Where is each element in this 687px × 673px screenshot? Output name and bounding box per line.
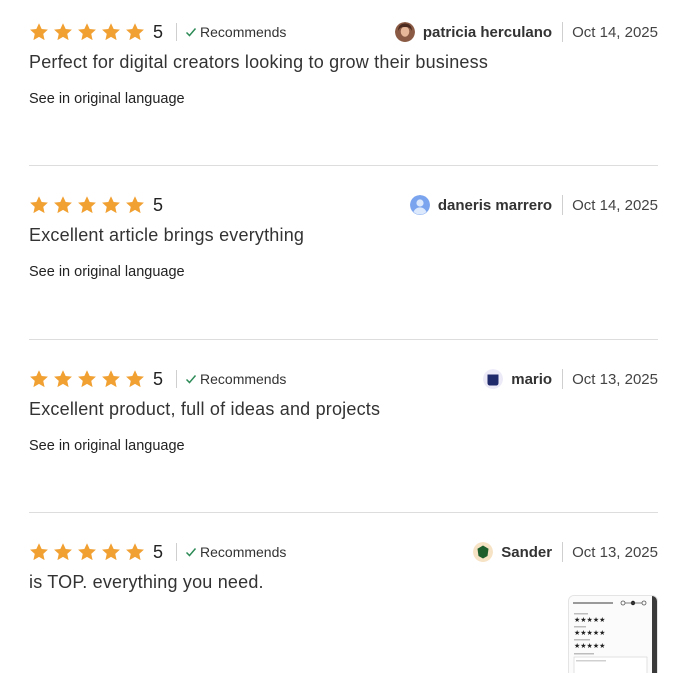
avatar-default-icon[interactable] [409, 195, 430, 215]
rating-row: 5 Recommends [29, 366, 286, 392]
author-name[interactable]: daneris marrero [438, 197, 552, 214]
star-icon [125, 542, 145, 562]
avatar[interactable] [483, 369, 504, 389]
recommends-badge: Recommends [185, 371, 286, 387]
recommends-label: Recommends [200, 24, 287, 40]
review-text: Excellent product, full of ideas and pro… [29, 399, 381, 419]
rating-row: 5 [29, 192, 163, 218]
review-meta: patricia herculano Oct 14, 2025 [394, 19, 658, 45]
review-item: 5 daneris marrero Oct 14, 2025 Excellent… [29, 192, 658, 312]
review-item: 5 Recommends patricia herculano Oct 14, … [29, 19, 658, 139]
review-date: Oct 14, 2025 [572, 23, 658, 41]
star-icon [77, 369, 97, 389]
review-text: is TOP. everything you need. [29, 572, 264, 592]
star-icon [53, 195, 73, 215]
see-original-language-link[interactable]: See in original language [29, 91, 185, 107]
star-icon [77, 542, 97, 562]
review-divider [29, 339, 658, 340]
see-original-language-link[interactable]: See in original language [29, 438, 185, 454]
review-item: 5 Recommends mario Oct 13, 2025 Excellen… [29, 366, 658, 486]
check-icon [185, 375, 197, 384]
star-icon [53, 22, 73, 42]
rating-row: 5 Recommends [29, 539, 286, 565]
rating-row: 5 Recommends [29, 19, 286, 45]
svg-text:★★★★★: ★★★★★ [574, 642, 605, 650]
author-name[interactable]: Sander [501, 544, 552, 561]
author-name[interactable]: patricia herculano [423, 24, 552, 41]
review-divider [29, 165, 658, 166]
review-text: Perfect for digital creators looking to … [29, 52, 489, 72]
check-icon [185, 28, 197, 37]
recommends-label: Recommends [200, 544, 287, 560]
review-date: Oct 13, 2025 [572, 543, 658, 561]
recommends-badge: Recommends [185, 544, 286, 560]
star-icon [29, 195, 49, 215]
star-icon [29, 542, 49, 562]
star-rating [29, 369, 145, 389]
recommends-badge: Recommends [185, 24, 286, 40]
star-icon [53, 542, 73, 562]
review-meta: daneris marrero Oct 14, 2025 [409, 192, 658, 218]
divider [176, 543, 178, 561]
star-icon [101, 195, 121, 215]
divider [562, 542, 564, 562]
recommends-label: Recommends [200, 371, 287, 387]
divider [562, 195, 564, 215]
thumbnail-preview-icon: ★★★★★ ★★★★★ ★★★★★ [569, 596, 657, 673]
star-icon [29, 22, 49, 42]
star-icon [125, 195, 145, 215]
star-rating [29, 542, 145, 562]
star-icon [101, 22, 121, 42]
divider [176, 370, 178, 388]
star-icon [101, 542, 121, 562]
star-icon [125, 369, 145, 389]
star-icon [77, 195, 97, 215]
see-original-language-link[interactable]: See in original language [29, 264, 185, 280]
divider [562, 22, 564, 42]
review-text: Excellent article brings everything [29, 225, 305, 245]
review-date: Oct 14, 2025 [572, 196, 658, 214]
star-rating [29, 22, 145, 42]
review-item: 5 Recommends Sander Oct 13, 2025 is TOP.… [29, 539, 658, 673]
rating-value: 5 [153, 194, 164, 215]
review-meta: mario Oct 13, 2025 [483, 366, 658, 392]
divider [562, 369, 564, 389]
review-date: Oct 13, 2025 [572, 370, 658, 388]
svg-text:★★★★★: ★★★★★ [574, 616, 605, 624]
avatar[interactable] [394, 22, 415, 42]
review-image-thumbnail[interactable]: ★★★★★ ★★★★★ ★★★★★ [568, 595, 658, 673]
divider [176, 23, 178, 41]
rating-value: 5 [153, 368, 164, 389]
star-icon [77, 22, 97, 42]
rating-value: 5 [153, 21, 164, 42]
star-icon [101, 369, 121, 389]
author-name[interactable]: mario [511, 371, 552, 388]
star-icon [125, 22, 145, 42]
check-icon [185, 548, 197, 557]
svg-text:★★★★★: ★★★★★ [574, 629, 605, 637]
star-icon [29, 369, 49, 389]
review-meta: Sander Oct 13, 2025 [473, 539, 658, 565]
review-divider [29, 512, 658, 513]
rating-value: 5 [153, 541, 164, 562]
star-rating [29, 195, 145, 215]
star-icon [53, 369, 73, 389]
avatar[interactable] [473, 542, 494, 562]
